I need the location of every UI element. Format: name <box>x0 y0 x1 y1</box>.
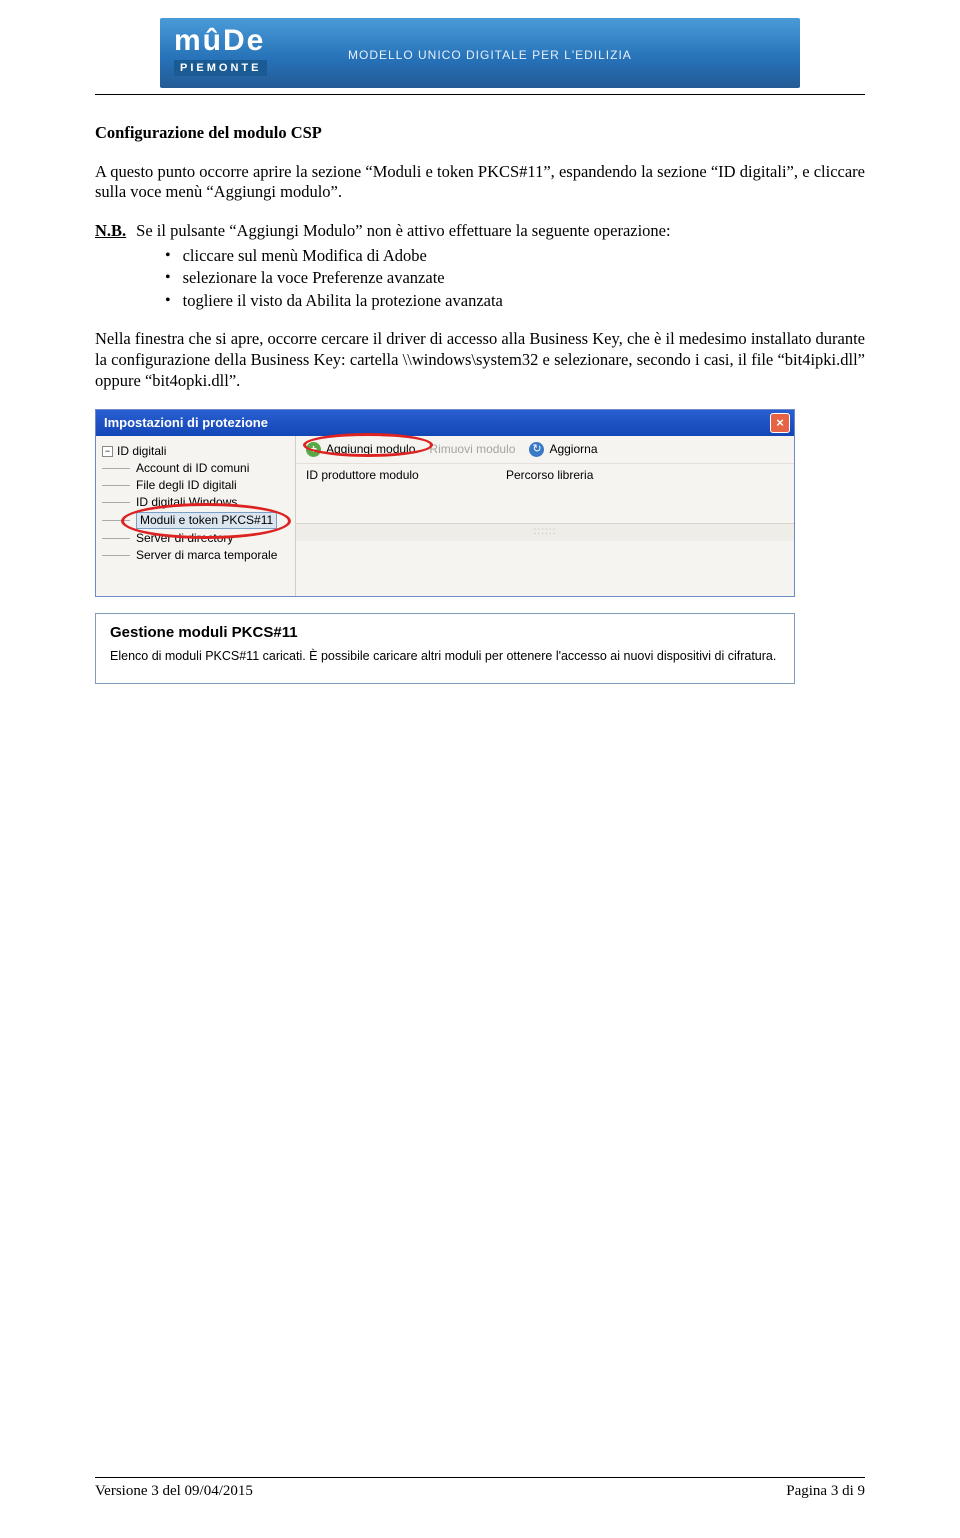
paragraph-1: A questo punto occorre aprire la sezione… <box>95 162 865 203</box>
pkcs-title: Gestione moduli PKCS#11 <box>110 624 780 643</box>
tree-root[interactable]: ID digitali <box>117 444 166 459</box>
bullet-icon: • <box>165 291 171 312</box>
refresh-button[interactable]: ↻ Aggiorna <box>529 442 597 457</box>
bullet-item: cliccare sul menù Modifica di Adobe <box>183 246 427 267</box>
bullet-item: togliere il visto da Abilita la protezio… <box>183 291 503 312</box>
column-header-1: ID produttore modulo <box>306 468 506 483</box>
footer-page: Pagina 3 di 9 <box>786 1483 865 1500</box>
tree-panel: −ID digitali Account di ID comuni File d… <box>96 436 296 596</box>
refresh-icon: ↻ <box>529 442 544 457</box>
bullet-list: • cliccare sul menù Modifica di Adobe • se… <box>165 246 865 312</box>
toolbar: + Aggiungi modulo Rimuovi modulo ↻ Aggio… <box>296 436 794 464</box>
tree-item[interactable]: Server di marca temporale <box>136 548 277 563</box>
close-icon[interactable]: × <box>770 413 790 433</box>
add-label: Aggiungi modulo <box>326 442 415 457</box>
bullet-icon: • <box>165 246 171 267</box>
window-titlebar: Impostazioni di protezione × <box>96 410 794 436</box>
tree-item[interactable]: ID digitali Windows <box>136 495 237 510</box>
tree-item-selected[interactable]: Moduli e token PKCS#11 <box>136 512 277 529</box>
drag-handle-icon[interactable]: :::::: <box>296 523 794 541</box>
refresh-label: Aggiorna <box>549 442 597 457</box>
paragraph-2: Nella finestra che si apre, occorre cerc… <box>95 329 865 391</box>
add-module-button[interactable]: + Aggiungi modulo <box>306 442 415 457</box>
tree-item[interactable]: File degli ID digitali <box>136 478 237 493</box>
embedded-screenshot: Impostazioni di protezione × −ID digital… <box>95 409 795 597</box>
logo-main: mûDe <box>174 24 265 57</box>
logo-sub: PIEMONTE <box>174 60 267 76</box>
bullet-icon: • <box>165 268 171 289</box>
remove-label: Rimuovi modulo <box>429 442 515 457</box>
column-header-2: Percorso libreria <box>506 468 784 483</box>
tree-item[interactable]: Account di ID comuni <box>136 461 249 476</box>
nb-text: Se il pulsante “Aggiungi Modulo” non è a… <box>136 221 670 242</box>
nb-label: N.B. <box>95 221 126 242</box>
header-banner: mûDe PIEMONTE MODELLO UNICO DIGITALE PER… <box>160 18 800 88</box>
pkcs-description: Elenco di moduli PKCS#11 caricati. È pos… <box>110 649 780 665</box>
collapse-icon[interactable]: − <box>102 446 113 457</box>
plus-icon: + <box>306 442 321 457</box>
remove-module-button: Rimuovi modulo <box>429 442 515 457</box>
pkcs-info-box: Gestione moduli PKCS#11 Elenco di moduli… <box>95 613 795 683</box>
banner-logo: mûDe PIEMONTE <box>174 24 267 76</box>
bullet-item: selezionare la voce Preferenze avanzate <box>183 268 445 289</box>
section-title: Configurazione del modulo CSP <box>95 123 865 144</box>
footer-version: Versione 3 del 09/04/2015 <box>95 1483 253 1500</box>
banner-tagline: MODELLO UNICO DIGITALE PER L'EDILIZIA <box>348 48 632 62</box>
window-title: Impostazioni di protezione <box>104 415 268 431</box>
footer-divider <box>95 1477 865 1478</box>
tree-item[interactable]: Server di directory <box>136 531 233 546</box>
header-divider <box>95 94 865 95</box>
